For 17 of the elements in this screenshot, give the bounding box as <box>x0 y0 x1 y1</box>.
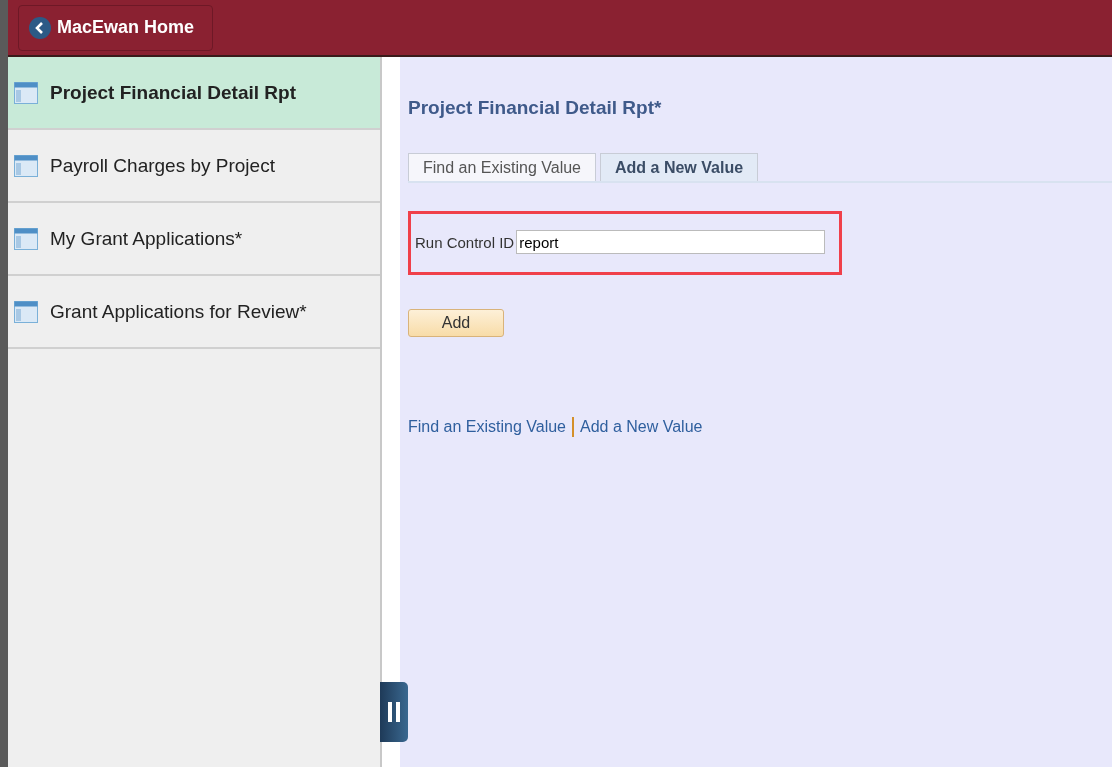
home-button[interactable]: MacEwan Home <box>18 4 214 51</box>
page-icon <box>14 154 38 177</box>
tab[interactable]: Find an Existing Value <box>408 153 596 181</box>
tab[interactable]: Add a New Value <box>600 153 759 181</box>
page-icon <box>14 81 38 104</box>
link[interactable]: Add a New Value <box>580 418 703 436</box>
back-icon <box>29 16 51 39</box>
page-icon <box>14 227 38 250</box>
collapse-handle[interactable] <box>380 682 408 742</box>
run-control-id-field[interactable]: report <box>516 230 825 254</box>
add-button[interactable]: Add <box>408 309 504 337</box>
page-icon <box>14 300 38 323</box>
sidebar-item[interactable]: Project Financial Detail Rpt <box>8 57 380 130</box>
pause-icon <box>388 702 400 722</box>
link[interactable]: Find an Existing Value <box>408 418 566 436</box>
field-label: Run Control ID <box>415 233 515 251</box>
page-title: Project Financial Detail Rpt* <box>408 97 663 119</box>
